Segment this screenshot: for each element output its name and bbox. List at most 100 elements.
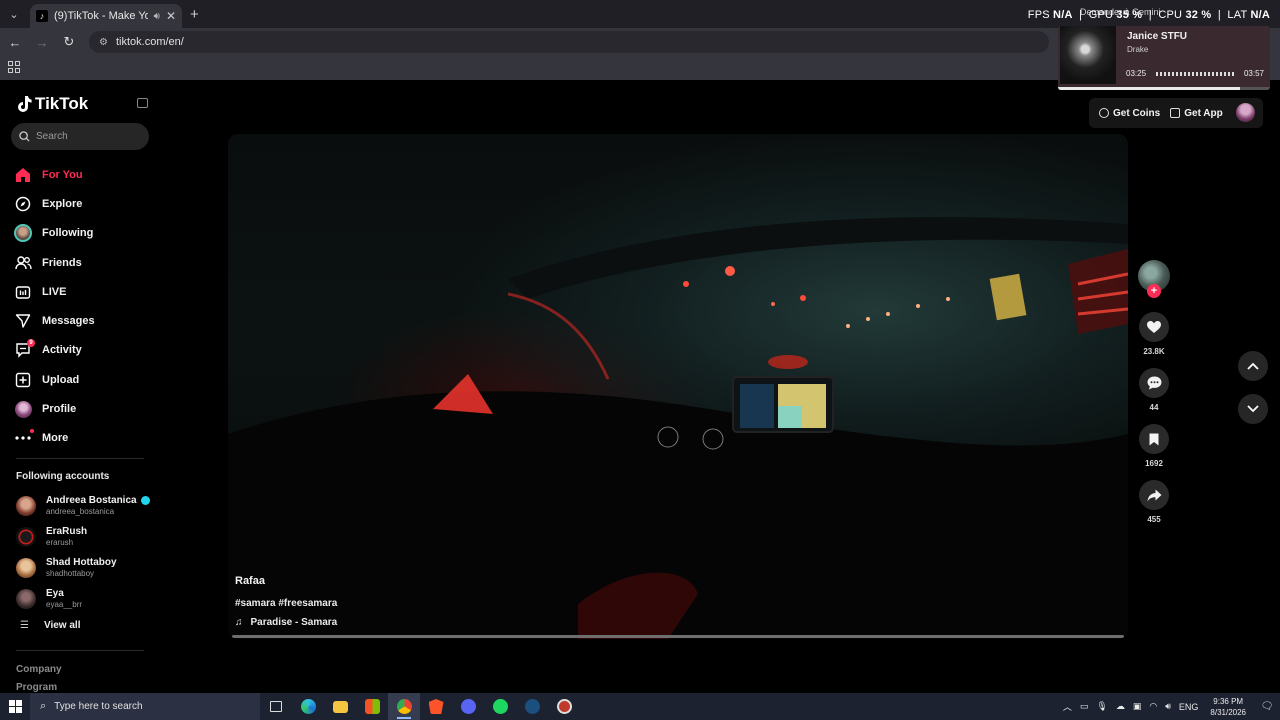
following-accounts-list: Andreea Bostanica andreea_bostanica EraR…	[16, 490, 156, 614]
taskbar-search[interactable]: ⌕ Type here to search	[30, 693, 260, 720]
get-app-button[interactable]: Get App	[1170, 108, 1223, 119]
account-name: Shad Hottaboy	[46, 557, 117, 568]
footer-link-company[interactable]: Company	[16, 664, 62, 675]
account-item[interactable]: Shad Hottaboy shadhottaboy	[16, 552, 156, 583]
sidebar-item-activity[interactable]: 9 Activity	[14, 336, 154, 365]
upload-icon	[14, 371, 32, 389]
performance-overlay: FPS N/A | GPU 35 % | CPU 32 % | LAT N/A	[1027, 9, 1270, 21]
search-input[interactable]	[36, 131, 136, 142]
tiktok-logo[interactable]: TikTok	[16, 94, 88, 114]
compass-icon	[14, 195, 32, 213]
file-explorer-icon[interactable]	[324, 693, 356, 720]
task-view-icon[interactable]	[260, 693, 292, 720]
chevron-up-icon	[1247, 362, 1259, 370]
discord-icon[interactable]	[452, 693, 484, 720]
share-count: 455	[1147, 515, 1161, 524]
sidebar-item-more[interactable]: More	[14, 424, 154, 453]
account-name: EraRush	[46, 526, 88, 537]
new-tab-button[interactable]: +	[190, 6, 199, 23]
account-avatar	[16, 557, 36, 578]
app-icon[interactable]	[548, 693, 580, 720]
wifi-icon[interactable]: ◠	[1149, 701, 1157, 712]
start-button[interactable]	[0, 693, 30, 720]
volume-icon[interactable]: 🔊︎	[1165, 701, 1171, 712]
sidebar-item-messages[interactable]: Messages	[14, 306, 154, 335]
comment-button[interactable]	[1139, 368, 1169, 398]
store-icon[interactable]	[356, 693, 388, 720]
sidebar-item-friends[interactable]: Friends	[14, 248, 154, 277]
coin-icon	[1099, 108, 1109, 118]
sidebar-item-upload[interactable]: Upload	[14, 365, 154, 394]
apps-grid-icon[interactable]	[8, 61, 20, 73]
next-video-button[interactable]	[1238, 394, 1268, 424]
video-author[interactable]: Rafaa	[235, 575, 265, 587]
creator-avatar[interactable]: +	[1138, 260, 1170, 298]
get-coins-button[interactable]: Get Coins	[1099, 108, 1160, 119]
account-item[interactable]: Eya eyaa__brr	[16, 583, 156, 614]
media-player-widget[interactable]: Janice STFU Drake 03:25 03:57	[1058, 26, 1270, 90]
sidebar-item-profile[interactable]: Profile	[14, 394, 154, 423]
chrome-icon[interactable]	[388, 693, 420, 720]
more-icon	[14, 429, 34, 447]
address-bar[interactable]: ⚙ tiktok.com/en/	[89, 31, 1049, 53]
like-button[interactable]	[1139, 312, 1169, 342]
account-item[interactable]: EraRush erarush	[16, 521, 156, 552]
windows-taskbar: ⌕ Type here to search ︿ ▭ 🎙︎ ☁ ▣ ◠ 🔊︎ EN…	[0, 693, 1280, 720]
verified-icon	[140, 496, 150, 505]
reload-icon[interactable]: ↻	[57, 34, 81, 50]
previous-video-button[interactable]	[1238, 351, 1268, 381]
search-icon: ⌕	[40, 700, 47, 712]
save-button[interactable]	[1139, 424, 1169, 454]
save-count: 1692	[1145, 459, 1163, 468]
phone-icon	[1170, 108, 1181, 118]
sidebar-item-explore[interactable]: Explore	[14, 189, 154, 218]
media-seek-bar[interactable]	[1156, 72, 1236, 76]
notifications-icon[interactable]: 🗨︎	[1254, 701, 1280, 712]
video-player[interactable]	[228, 134, 1128, 639]
display-icon[interactable]: ▣	[1133, 701, 1142, 712]
list-icon: ☰	[20, 620, 29, 631]
video-actions: + 23.8K 44 1692 455	[1136, 260, 1172, 526]
video-progress-bar[interactable]	[232, 635, 1124, 638]
keyboard-language[interactable]: ENG	[1179, 702, 1199, 712]
steam-icon[interactable]	[516, 693, 548, 720]
follow-plus-icon[interactable]: +	[1147, 284, 1161, 298]
search-box[interactable]	[11, 123, 149, 150]
account-item[interactable]: Andreea Bostanica andreea_bostanica	[16, 490, 156, 521]
tab-search-dropdown[interactable]: ⌄	[4, 4, 24, 24]
comment-action: 44	[1136, 368, 1172, 414]
taskbar-search-placeholder: Type here to search	[54, 701, 143, 712]
site-info-icon[interactable]: ⚙	[99, 37, 108, 48]
speaker-icon[interactable]: 🔊︎	[154, 11, 160, 22]
view-all-button[interactable]: ☰ View all	[20, 620, 80, 631]
sidebar-divider	[16, 458, 144, 459]
edge-icon[interactable]	[292, 693, 324, 720]
footer-link-program[interactable]: Program	[16, 682, 57, 693]
media-progress-fill	[1058, 87, 1241, 90]
microphone-icon[interactable]: 🎙︎	[1096, 701, 1107, 712]
cloud-icon[interactable]: ☁	[1116, 701, 1125, 712]
sidebar-item-live[interactable]: LIVE	[14, 277, 154, 306]
video-music[interactable]: ♫ Paradise - Samara	[235, 617, 337, 628]
brave-icon[interactable]	[420, 693, 452, 720]
share-button[interactable]	[1139, 480, 1169, 510]
album-art	[1060, 26, 1116, 84]
back-icon[interactable]: ←	[3, 35, 27, 50]
tray-chevron-icon[interactable]: ︿	[1063, 700, 1072, 713]
collapse-sidebar-icon[interactable]	[137, 98, 148, 108]
video-hashtags[interactable]: #samara #freesamara	[235, 598, 337, 609]
clock[interactable]: 9:36 PM 8/31/2026	[1210, 696, 1246, 718]
activity-badge: 9	[27, 339, 35, 348]
media-artist: Drake	[1127, 45, 1149, 54]
battery-icon[interactable]: ▭	[1080, 701, 1089, 712]
tab-close-icon[interactable]: ✕	[166, 9, 176, 23]
account-handle: eyaa__brr	[46, 600, 83, 609]
sidebar-item-for-you[interactable]: For You	[14, 160, 154, 189]
windows-logo-icon	[8, 700, 22, 713]
spotify-icon[interactable]	[484, 693, 516, 720]
account-handle: shadhottaboy	[46, 569, 95, 578]
sidebar-item-following[interactable]: Following	[14, 219, 154, 248]
forward-icon[interactable]: →	[30, 35, 54, 50]
browser-tab-tiktok[interactable]: ♪ (9)TikTok - Make Your Day 🔊︎ ✕	[30, 4, 182, 28]
user-avatar[interactable]	[1236, 103, 1255, 122]
